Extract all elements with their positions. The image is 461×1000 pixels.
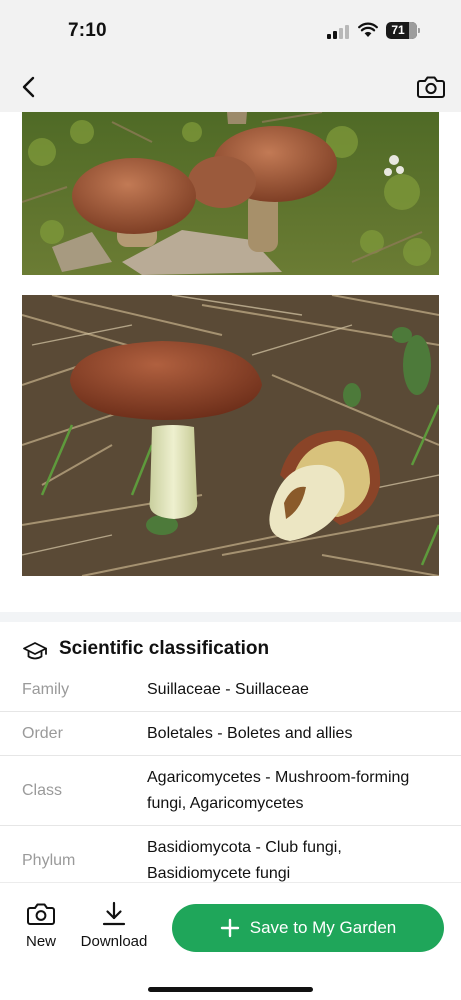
new-button[interactable]: New	[18, 901, 64, 950]
save-to-garden-button[interactable]: Save to My Garden	[172, 904, 444, 952]
bottom-action-bar: New Download Save to My Garden	[0, 882, 461, 1000]
mushroom-photo-2[interactable]	[22, 295, 439, 576]
row-value: Agaricomycetes - Mushroom-forming fungi,…	[147, 768, 410, 812]
mushroom-image	[22, 112, 439, 275]
row-value: Basidiomycota - Club fungi, Basidiomycet…	[147, 839, 342, 882]
camera-button[interactable]	[415, 72, 447, 102]
row-label: Phylum	[22, 852, 76, 869]
download-label: Download	[80, 933, 148, 950]
mushroom-image	[22, 295, 439, 576]
graduation-cap-icon	[23, 642, 47, 660]
status-time: 7:10	[68, 20, 107, 41]
plus-icon	[220, 918, 239, 938]
download-button[interactable]: Download	[76, 901, 152, 950]
camera-icon	[27, 903, 55, 925]
row-label: Family	[22, 680, 70, 698]
section-separator	[0, 612, 461, 622]
classification-row-class: Class Agaricomycetes - Mushroom-forming …	[0, 756, 461, 826]
wifi-icon	[358, 22, 378, 38]
download-icon	[102, 901, 126, 926]
classification-row-order: Order Boletales - Boletes and allies	[0, 712, 461, 756]
nav-bar	[0, 60, 461, 112]
section-title: Scientific classification	[59, 638, 270, 659]
row-label: Class	[22, 781, 63, 799]
classification-header: Scientific classification	[0, 634, 461, 670]
classification-table: Family Suillaceae - Suillaceae Order Bol…	[0, 668, 461, 882]
mushroom-photo-1[interactable]	[22, 112, 439, 275]
new-label: New	[25, 933, 56, 950]
row-label: Order	[22, 724, 63, 742]
row-value: Boletales - Boletes and allies	[147, 724, 353, 742]
back-button[interactable]	[14, 72, 44, 102]
save-label: Save to My Garden	[249, 918, 397, 937]
chevron-left-icon	[22, 76, 35, 98]
battery-icon: 71	[386, 22, 420, 39]
camera-icon	[417, 76, 445, 98]
row-value: Suillaceae - Suillaceae	[147, 680, 309, 698]
status-bar: 7:10 71	[0, 0, 461, 60]
home-indicator	[148, 987, 313, 992]
battery-level: 71	[391, 23, 405, 37]
classification-row-family: Family Suillaceae - Suillaceae	[0, 668, 461, 712]
content-scroll[interactable]: Scientific classification Family Suillac…	[0, 112, 461, 882]
cellular-signal-icon	[327, 25, 351, 39]
classification-row-phylum: Phylum Basidiomycota - Club fungi, Basid…	[0, 826, 461, 882]
